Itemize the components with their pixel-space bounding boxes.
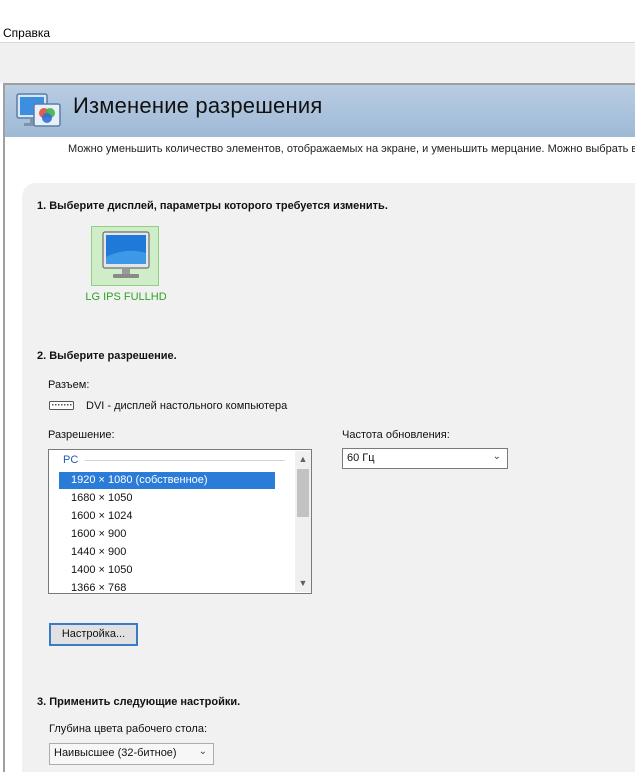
listbox-scrollbar[interactable]: ▲ ▼: [295, 451, 311, 592]
step1-title: 1. Выберите дисплей, параметры которого …: [37, 200, 388, 212]
monitor-icon: [102, 231, 150, 278]
display-tile-lg[interactable]: [91, 226, 159, 286]
connector-value: DVI - дисплей настольного компьютера: [86, 400, 288, 412]
dvi-port-icon: [49, 401, 74, 410]
menu-bar: Справка: [0, 0, 635, 43]
step2-title: 2. Выберите разрешение.: [37, 350, 177, 362]
color-depth-value: Наивысшее (32-битное): [54, 747, 177, 759]
page-title: Изменение разрешения: [73, 93, 323, 118]
scroll-up-arrow-icon[interactable]: ▲: [295, 451, 311, 467]
resolution-item[interactable]: 1600 × 900: [59, 526, 275, 543]
display-settings-icon: [16, 92, 64, 132]
resolution-group-label: PC: [63, 454, 79, 466]
color-depth-label: Глубина цвета рабочего стола:: [49, 723, 208, 735]
group-divider: [85, 460, 285, 461]
resolution-label: Разрешение:: [48, 429, 115, 441]
customize-button[interactable]: Настройка...: [49, 623, 138, 646]
toolbar-strip: [0, 43, 635, 83]
menu-item-help[interactable]: Справка: [3, 26, 50, 40]
resolution-listbox[interactable]: PC 1920 × 1080 (собственное) 1680 × 1050…: [48, 449, 312, 594]
resolution-item[interactable]: 1600 × 1024: [59, 508, 275, 525]
refresh-rate-select[interactable]: 60 Гц ⌄: [342, 448, 508, 469]
resolution-item[interactable]: 1400 × 1050: [59, 562, 275, 579]
refresh-rate-label: Частота обновления:: [342, 429, 450, 441]
resolution-item[interactable]: 1440 × 900: [59, 544, 275, 561]
color-depth-select[interactable]: Наивысшее (32-битное) ⌄: [49, 743, 214, 765]
resolution-item[interactable]: 1920 × 1080 (собственное): [59, 472, 275, 489]
chevron-down-icon: ⌄: [198, 746, 207, 757]
connector-label: Разъем:: [48, 379, 90, 391]
refresh-rate-value: 60 Гц: [347, 452, 375, 464]
scroll-thumb[interactable]: [297, 469, 309, 517]
chevron-down-icon: ⌄: [492, 451, 501, 462]
resolution-item[interactable]: 1680 × 1050: [59, 490, 275, 507]
step3-title: 3. Применить следующие настройки.: [37, 696, 241, 708]
display-name-label: LG IPS FULLHD: [85, 291, 167, 303]
resolution-item[interactable]: 1366 × 768: [59, 580, 275, 593]
scroll-down-arrow-icon[interactable]: ▼: [295, 575, 311, 591]
page-description: Можно уменьшить количество элементов, от…: [68, 143, 635, 155]
